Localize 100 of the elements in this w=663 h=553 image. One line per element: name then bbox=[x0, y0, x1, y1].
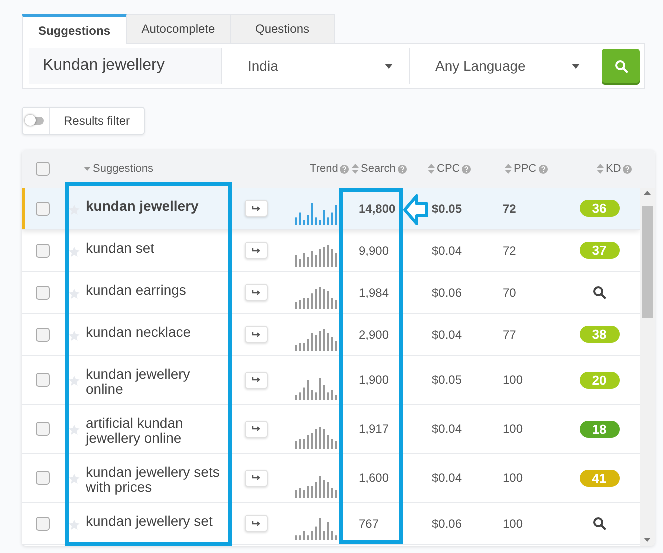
sort-icon[interactable] bbox=[428, 164, 435, 174]
star-icon[interactable] bbox=[68, 376, 80, 386]
use-keyword-button[interactable] bbox=[245, 420, 268, 438]
difficulty-badge: 18 bbox=[580, 420, 620, 438]
search-icon[interactable] bbox=[593, 517, 606, 530]
return-arrow-icon bbox=[252, 426, 261, 432]
sort-icon[interactable] bbox=[352, 164, 359, 174]
ppc-text: 100 bbox=[502, 422, 524, 436]
use-keyword-button[interactable] bbox=[245, 470, 268, 486]
ppc-text: 77 bbox=[502, 328, 518, 342]
difficulty-badge: 38 bbox=[580, 326, 620, 343]
column-header[interactable]: Trend bbox=[310, 163, 338, 175]
return-arrow-icon bbox=[252, 377, 261, 383]
filter-label: Results filter bbox=[63, 114, 132, 128]
column-header[interactable]: Suggestions bbox=[93, 163, 154, 175]
cpc-text: $0.06 bbox=[431, 516, 464, 530]
row-checkbox[interactable] bbox=[36, 516, 50, 530]
search-volume-text: 14,800 bbox=[358, 202, 397, 216]
star-icon[interactable] bbox=[68, 520, 80, 530]
row-checkbox[interactable] bbox=[36, 286, 50, 300]
scrollbar[interactable] bbox=[640, 188, 655, 546]
sort-icon[interactable] bbox=[505, 164, 512, 174]
help-icon[interactable] bbox=[398, 164, 407, 174]
selected-row-marker bbox=[22, 188, 25, 229]
ppc-text: 100 bbox=[502, 516, 524, 530]
star-icon[interactable] bbox=[68, 425, 80, 435]
keyword-text: kundan earrings bbox=[85, 281, 188, 300]
use-keyword-button[interactable] bbox=[245, 326, 268, 343]
row-checkbox[interactable] bbox=[36, 373, 50, 387]
cpc-text: $0.04 bbox=[431, 244, 464, 258]
ppc-text: 100 bbox=[502, 471, 524, 485]
select-all-checkbox[interactable] bbox=[36, 162, 50, 176]
keyword-text: kundan jewellery bbox=[85, 197, 200, 216]
use-keyword-button[interactable] bbox=[245, 515, 268, 532]
filter-toggle[interactable] bbox=[28, 117, 44, 125]
row-checkbox[interactable] bbox=[36, 244, 50, 258]
column-header[interactable]: KD bbox=[606, 163, 622, 175]
country-dropdown[interactable]: India bbox=[221, 48, 408, 84]
ppc-text: 72 bbox=[502, 202, 518, 216]
return-arrow-icon bbox=[252, 475, 261, 481]
search-button[interactable] bbox=[602, 49, 640, 83]
row-checkbox[interactable] bbox=[36, 202, 50, 216]
cpc-text: $0.05 bbox=[431, 373, 464, 387]
return-arrow-icon bbox=[252, 248, 261, 254]
help-icon[interactable] bbox=[538, 164, 548, 174]
ppc-text: 100 bbox=[502, 373, 524, 387]
search-icon[interactable] bbox=[593, 286, 606, 299]
return-arrow-icon bbox=[252, 290, 261, 296]
cpc-text: $0.05 bbox=[431, 202, 464, 216]
search-volume-text: 9,900 bbox=[358, 244, 390, 258]
row-checkbox[interactable] bbox=[36, 422, 50, 436]
search-volume-text: 1,900 bbox=[358, 373, 390, 387]
keyword-field[interactable]: Kundan jewellery bbox=[29, 48, 221, 84]
language-dropdown[interactable]: Any Language bbox=[408, 48, 596, 84]
sort-icon[interactable] bbox=[597, 164, 604, 174]
return-arrow-icon bbox=[252, 520, 261, 526]
arrow-annotation bbox=[403, 192, 429, 228]
keyword-text: kundan necklace bbox=[85, 323, 192, 342]
column-header[interactable]: Search bbox=[361, 163, 396, 175]
cpc-text: $0.04 bbox=[431, 328, 464, 342]
row-checkbox[interactable] bbox=[36, 328, 50, 342]
keyword-text: artificial kundan jewellery online bbox=[84, 414, 184, 448]
search-icon bbox=[614, 60, 628, 72]
difficulty-badge: 36 bbox=[580, 200, 620, 217]
help-icon[interactable] bbox=[623, 164, 632, 174]
search-volume-text: 1,984 bbox=[358, 286, 390, 300]
caret-icon bbox=[384, 64, 392, 68]
row-checkbox[interactable] bbox=[36, 471, 50, 485]
star-icon[interactable] bbox=[68, 330, 80, 340]
column-header[interactable]: CPC bbox=[437, 163, 460, 175]
help-icon[interactable] bbox=[462, 164, 472, 174]
cpc-text: $0.04 bbox=[431, 471, 464, 485]
difficulty-badge: 41 bbox=[580, 470, 620, 486]
use-keyword-button[interactable] bbox=[245, 372, 268, 388]
difficulty-badge: 37 bbox=[580, 242, 620, 259]
search-volume-text: 2,900 bbox=[358, 328, 390, 342]
tab[interactable]: Questions bbox=[230, 14, 335, 43]
caret-icon bbox=[572, 64, 580, 68]
keyword-text: kundan jewellery set bbox=[85, 512, 214, 531]
help-icon[interactable] bbox=[340, 164, 350, 174]
tab[interactable]: Autocomplete bbox=[126, 14, 231, 43]
use-keyword-button[interactable] bbox=[245, 284, 268, 301]
column-header[interactable]: PPC bbox=[514, 163, 537, 175]
use-keyword-button[interactable] bbox=[245, 200, 268, 217]
ppc-text: 72 bbox=[502, 244, 518, 258]
star-icon[interactable] bbox=[68, 474, 80, 484]
keyword-text: kundan jewellery sets with prices bbox=[85, 463, 221, 497]
star-icon[interactable] bbox=[68, 204, 80, 214]
keyword-text: kundan set bbox=[85, 239, 156, 258]
use-keyword-button[interactable] bbox=[245, 242, 268, 259]
search-volume-text: 767 bbox=[358, 516, 380, 530]
tab[interactable]: Suggestions bbox=[22, 14, 127, 44]
ppc-text: 70 bbox=[502, 286, 518, 300]
cpc-text: $0.04 bbox=[431, 422, 464, 436]
return-arrow-icon bbox=[252, 206, 261, 212]
sort-descending-icon[interactable] bbox=[84, 167, 91, 171]
difficulty-badge: 20 bbox=[580, 372, 620, 388]
star-icon[interactable] bbox=[68, 246, 80, 256]
cpc-text: $0.06 bbox=[431, 286, 464, 300]
star-icon[interactable] bbox=[68, 288, 80, 298]
